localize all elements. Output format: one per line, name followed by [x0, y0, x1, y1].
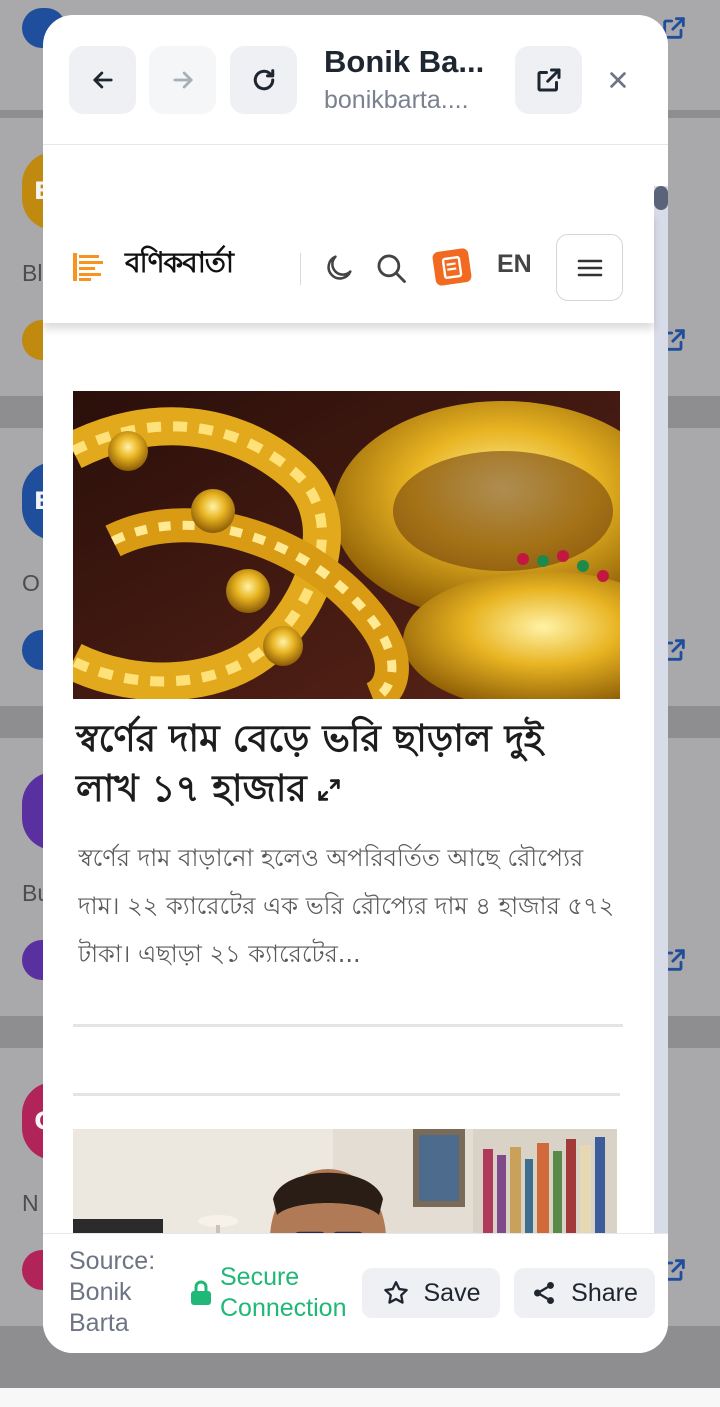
save-button-label: Save	[423, 1278, 481, 1307]
background-snippet: N	[22, 1190, 39, 1216]
page-title: Bonik Ba...	[324, 44, 485, 79]
background-snippet: O	[22, 570, 40, 596]
bottom-strip	[0, 1388, 720, 1407]
back-button[interactable]	[69, 46, 136, 114]
browser-toolbar: Bonik Ba... bonikbarta....	[43, 15, 668, 145]
epaper-icon[interactable]	[431, 247, 473, 287]
headline-text[interactable]: স্বর্ণের দাম বেড়ে ভরি ছাড়াল দুই লাখ ১৭…	[76, 717, 543, 810]
in-app-browser-modal: Bonik Ba... bonikbarta.... বণিকবার্তা EN…	[43, 15, 668, 1353]
reload-button[interactable]	[230, 46, 297, 114]
arrow-left-icon	[92, 71, 113, 89]
secure-connection-text: Secure Connection	[220, 1263, 347, 1322]
header-divider	[300, 253, 301, 285]
external-link-icon	[537, 68, 560, 92]
language-toggle[interactable]: EN	[497, 250, 532, 279]
share-button[interactable]: Share	[514, 1268, 655, 1318]
expand-icon[interactable]	[315, 776, 343, 804]
forward-button[interactable]	[149, 46, 216, 114]
logo-mark-icon	[73, 253, 103, 281]
share-button-label: Share	[571, 1278, 638, 1307]
save-button[interactable]: Save	[362, 1268, 500, 1318]
article-divider	[73, 1024, 623, 1027]
scrollbar-thumb[interactable]	[654, 186, 668, 210]
article-image-person[interactable]	[73, 1129, 617, 1233]
search-icon[interactable]	[374, 251, 408, 285]
article-divider	[73, 1093, 620, 1096]
page-title-block: Bonik Ba... bonikbarta....	[324, 43, 494, 117]
close-icon	[610, 72, 626, 88]
article-summary: স্বর্ণের দাম বাড়ানো হলেও অপরিবর্তিত আছে…	[78, 844, 615, 968]
close-button[interactable]	[601, 63, 635, 97]
hamburger-icon	[577, 259, 602, 276]
web-content[interactable]: বণিকবার্তা EN স্বর্ণের দাম বেড়ে ভরি ছাড…	[43, 146, 668, 1233]
moon-icon[interactable]	[322, 251, 356, 285]
background-snippet: Bl	[22, 260, 43, 286]
reload-icon	[253, 69, 274, 91]
site-header: বণিকবার্তা EN	[43, 211, 654, 323]
browser-footer: Source: Bonik Barta Secure Connection Sa…	[43, 1233, 668, 1353]
star-icon	[383, 1281, 408, 1304]
article-headline[interactable]: স্বর্ণের দাম বেড়ে ভরি ছাড়াল দুই লাখ ১৭…	[76, 714, 616, 814]
article-image-gold[interactable]	[73, 391, 620, 699]
source-label: Source: Bonik Barta	[69, 1247, 156, 1337]
open-external-button[interactable]	[515, 46, 582, 114]
share-icon	[534, 1281, 555, 1305]
scrollbar-track[interactable]	[654, 186, 668, 1233]
secure-connection-indicator: Secure Connection	[190, 1262, 370, 1324]
arrow-right-icon	[172, 71, 193, 89]
lock-icon	[191, 1280, 211, 1305]
menu-button[interactable]	[556, 234, 623, 301]
site-logo[interactable]: বণিকবার্তা	[125, 241, 234, 288]
page-url: bonikbarta....	[324, 86, 469, 114]
